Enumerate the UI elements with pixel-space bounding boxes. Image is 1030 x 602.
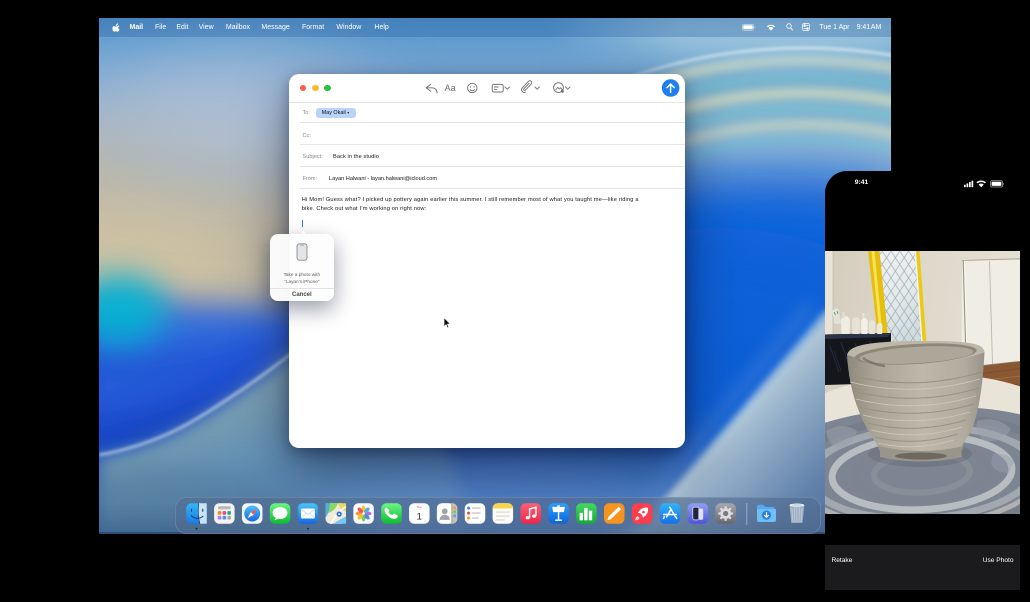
svg-text:Aa: Aa (445, 83, 457, 93)
svg-text:1: 1 (416, 511, 421, 522)
svg-text:Tue: Tue (416, 505, 421, 509)
